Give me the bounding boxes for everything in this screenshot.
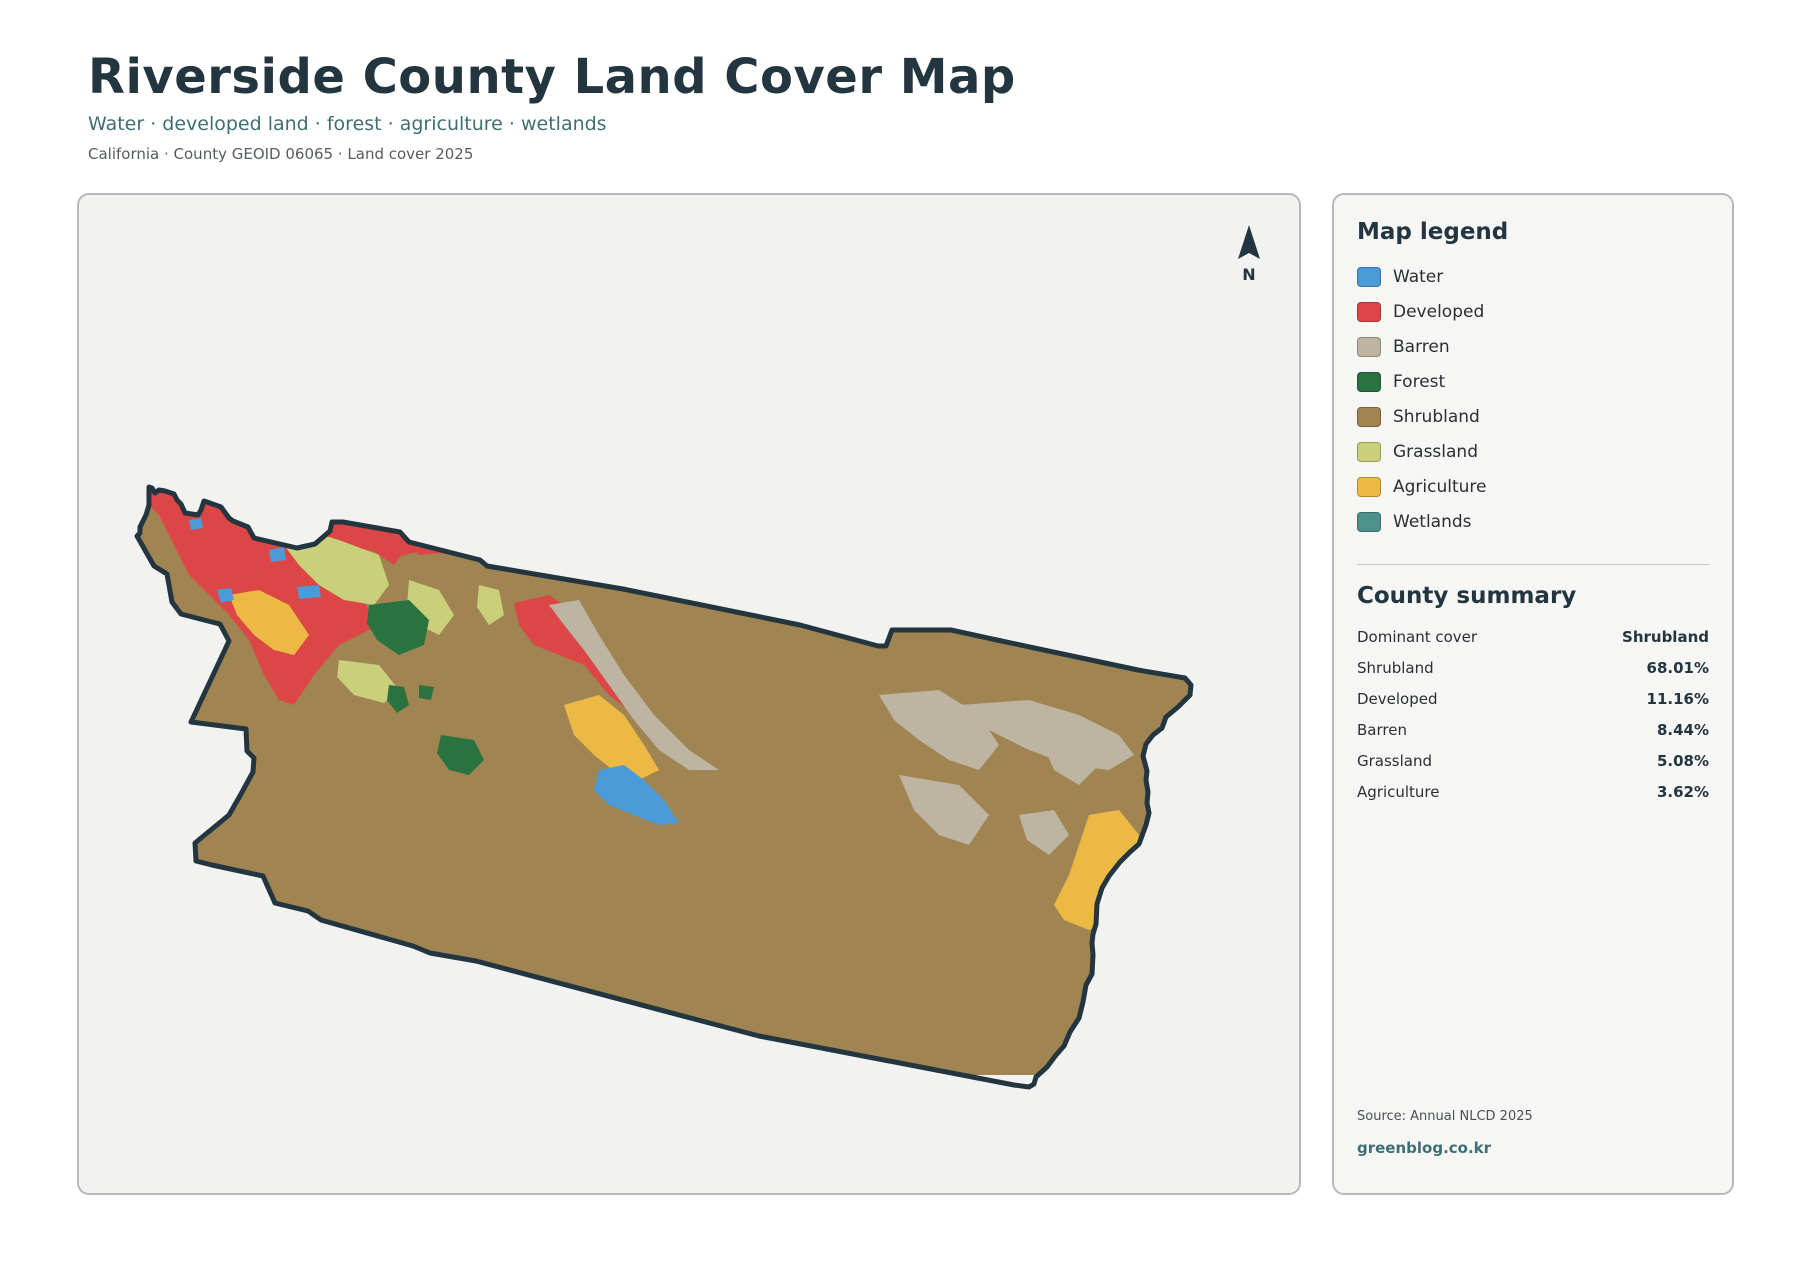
legend-swatch-shrubland xyxy=(1357,406,1381,427)
legend-label: Agriculture xyxy=(1393,476,1487,497)
site-link[interactable]: greenblog.co.kr xyxy=(1357,1139,1491,1157)
legend-swatch-grassland xyxy=(1357,441,1381,462)
legend-item-shrubland: Shrubland xyxy=(1357,399,1709,434)
legend-item-barren: Barren xyxy=(1357,329,1709,364)
legend-swatch-wetlands xyxy=(1357,511,1381,532)
legend-label: Water xyxy=(1393,266,1444,287)
legend-swatch-water xyxy=(1357,266,1381,287)
summary-value: 5.08% xyxy=(1656,751,1709,770)
summary-label: Shrubland xyxy=(1357,658,1434,677)
county-map[interactable] xyxy=(79,195,1301,1195)
panel-divider xyxy=(1357,564,1709,565)
summary-row: Barren 8.44% xyxy=(1357,714,1709,745)
page-header: Riverside County Land Cover Map Water · … xyxy=(88,46,1016,164)
summary-row: Dominant cover Shrubland xyxy=(1357,621,1709,652)
summary-value: 11.16% xyxy=(1646,689,1709,708)
map-panel[interactable]: N xyxy=(77,193,1301,1195)
side-panel: Map legend Water Developed Barren Forest… xyxy=(1332,193,1734,1195)
landcover-wetlands-2 xyxy=(1119,617,1133,632)
legend-swatch-forest xyxy=(1357,371,1381,392)
summary-value: 8.44% xyxy=(1656,720,1709,739)
page-title: Riverside County Land Cover Map xyxy=(88,49,1016,105)
summary-row: Shrubland 68.01% xyxy=(1357,652,1709,683)
legend-swatch-agriculture xyxy=(1357,476,1381,497)
summary-label: Dominant cover xyxy=(1357,627,1478,646)
summary-row: Agriculture 3.62% xyxy=(1357,776,1709,807)
summary-label: Grassland xyxy=(1357,751,1432,770)
source-note: Source: Annual NLCD 2025 xyxy=(1357,1109,1533,1124)
legend-item-wetlands: Wetlands xyxy=(1357,504,1709,539)
summary-title: County summary xyxy=(1357,583,1577,609)
legend-label: Grassland xyxy=(1393,441,1478,462)
legend-list: Water Developed Barren Forest Shrubland … xyxy=(1357,259,1709,539)
summary-label: Developed xyxy=(1357,689,1438,708)
legend-item-agriculture: Agriculture xyxy=(1357,469,1709,504)
summary-value: 3.62% xyxy=(1656,782,1709,801)
summary-row: Developed 11.16% xyxy=(1357,683,1709,714)
legend-label: Developed xyxy=(1393,301,1485,322)
legend-swatch-barren xyxy=(1357,336,1381,357)
landcover-water-lake-4 xyxy=(189,518,203,530)
summary-value: Shrubland xyxy=(1622,627,1709,646)
legend-label: Wetlands xyxy=(1393,511,1472,532)
summary-row: Grassland 5.08% xyxy=(1357,745,1709,776)
legend-label: Shrubland xyxy=(1393,406,1480,427)
page-meta: California · County GEOID 06065 · Land c… xyxy=(88,145,474,163)
summary-table: Dominant cover Shrubland Shrubland 68.01… xyxy=(1357,621,1709,807)
legend-label: Barren xyxy=(1393,336,1450,357)
legend-item-developed: Developed xyxy=(1357,294,1709,329)
north-label: N xyxy=(1242,265,1256,284)
legend-swatch-developed xyxy=(1357,301,1381,322)
legend-item-water: Water xyxy=(1357,259,1709,294)
landcover-forest-4 xyxy=(464,530,487,547)
summary-label: Agriculture xyxy=(1357,782,1440,801)
legend-label: Forest xyxy=(1393,371,1446,392)
summary-label: Barren xyxy=(1357,720,1407,739)
summary-value: 68.01% xyxy=(1646,658,1709,677)
legend-item-forest: Forest xyxy=(1357,364,1709,399)
page-subtitle: Water · developed land · forest · agricu… xyxy=(88,113,607,135)
landcover-water-lake-2 xyxy=(297,585,321,599)
legend-item-grassland: Grassland xyxy=(1357,434,1709,469)
legend-title: Map legend xyxy=(1357,219,1509,245)
